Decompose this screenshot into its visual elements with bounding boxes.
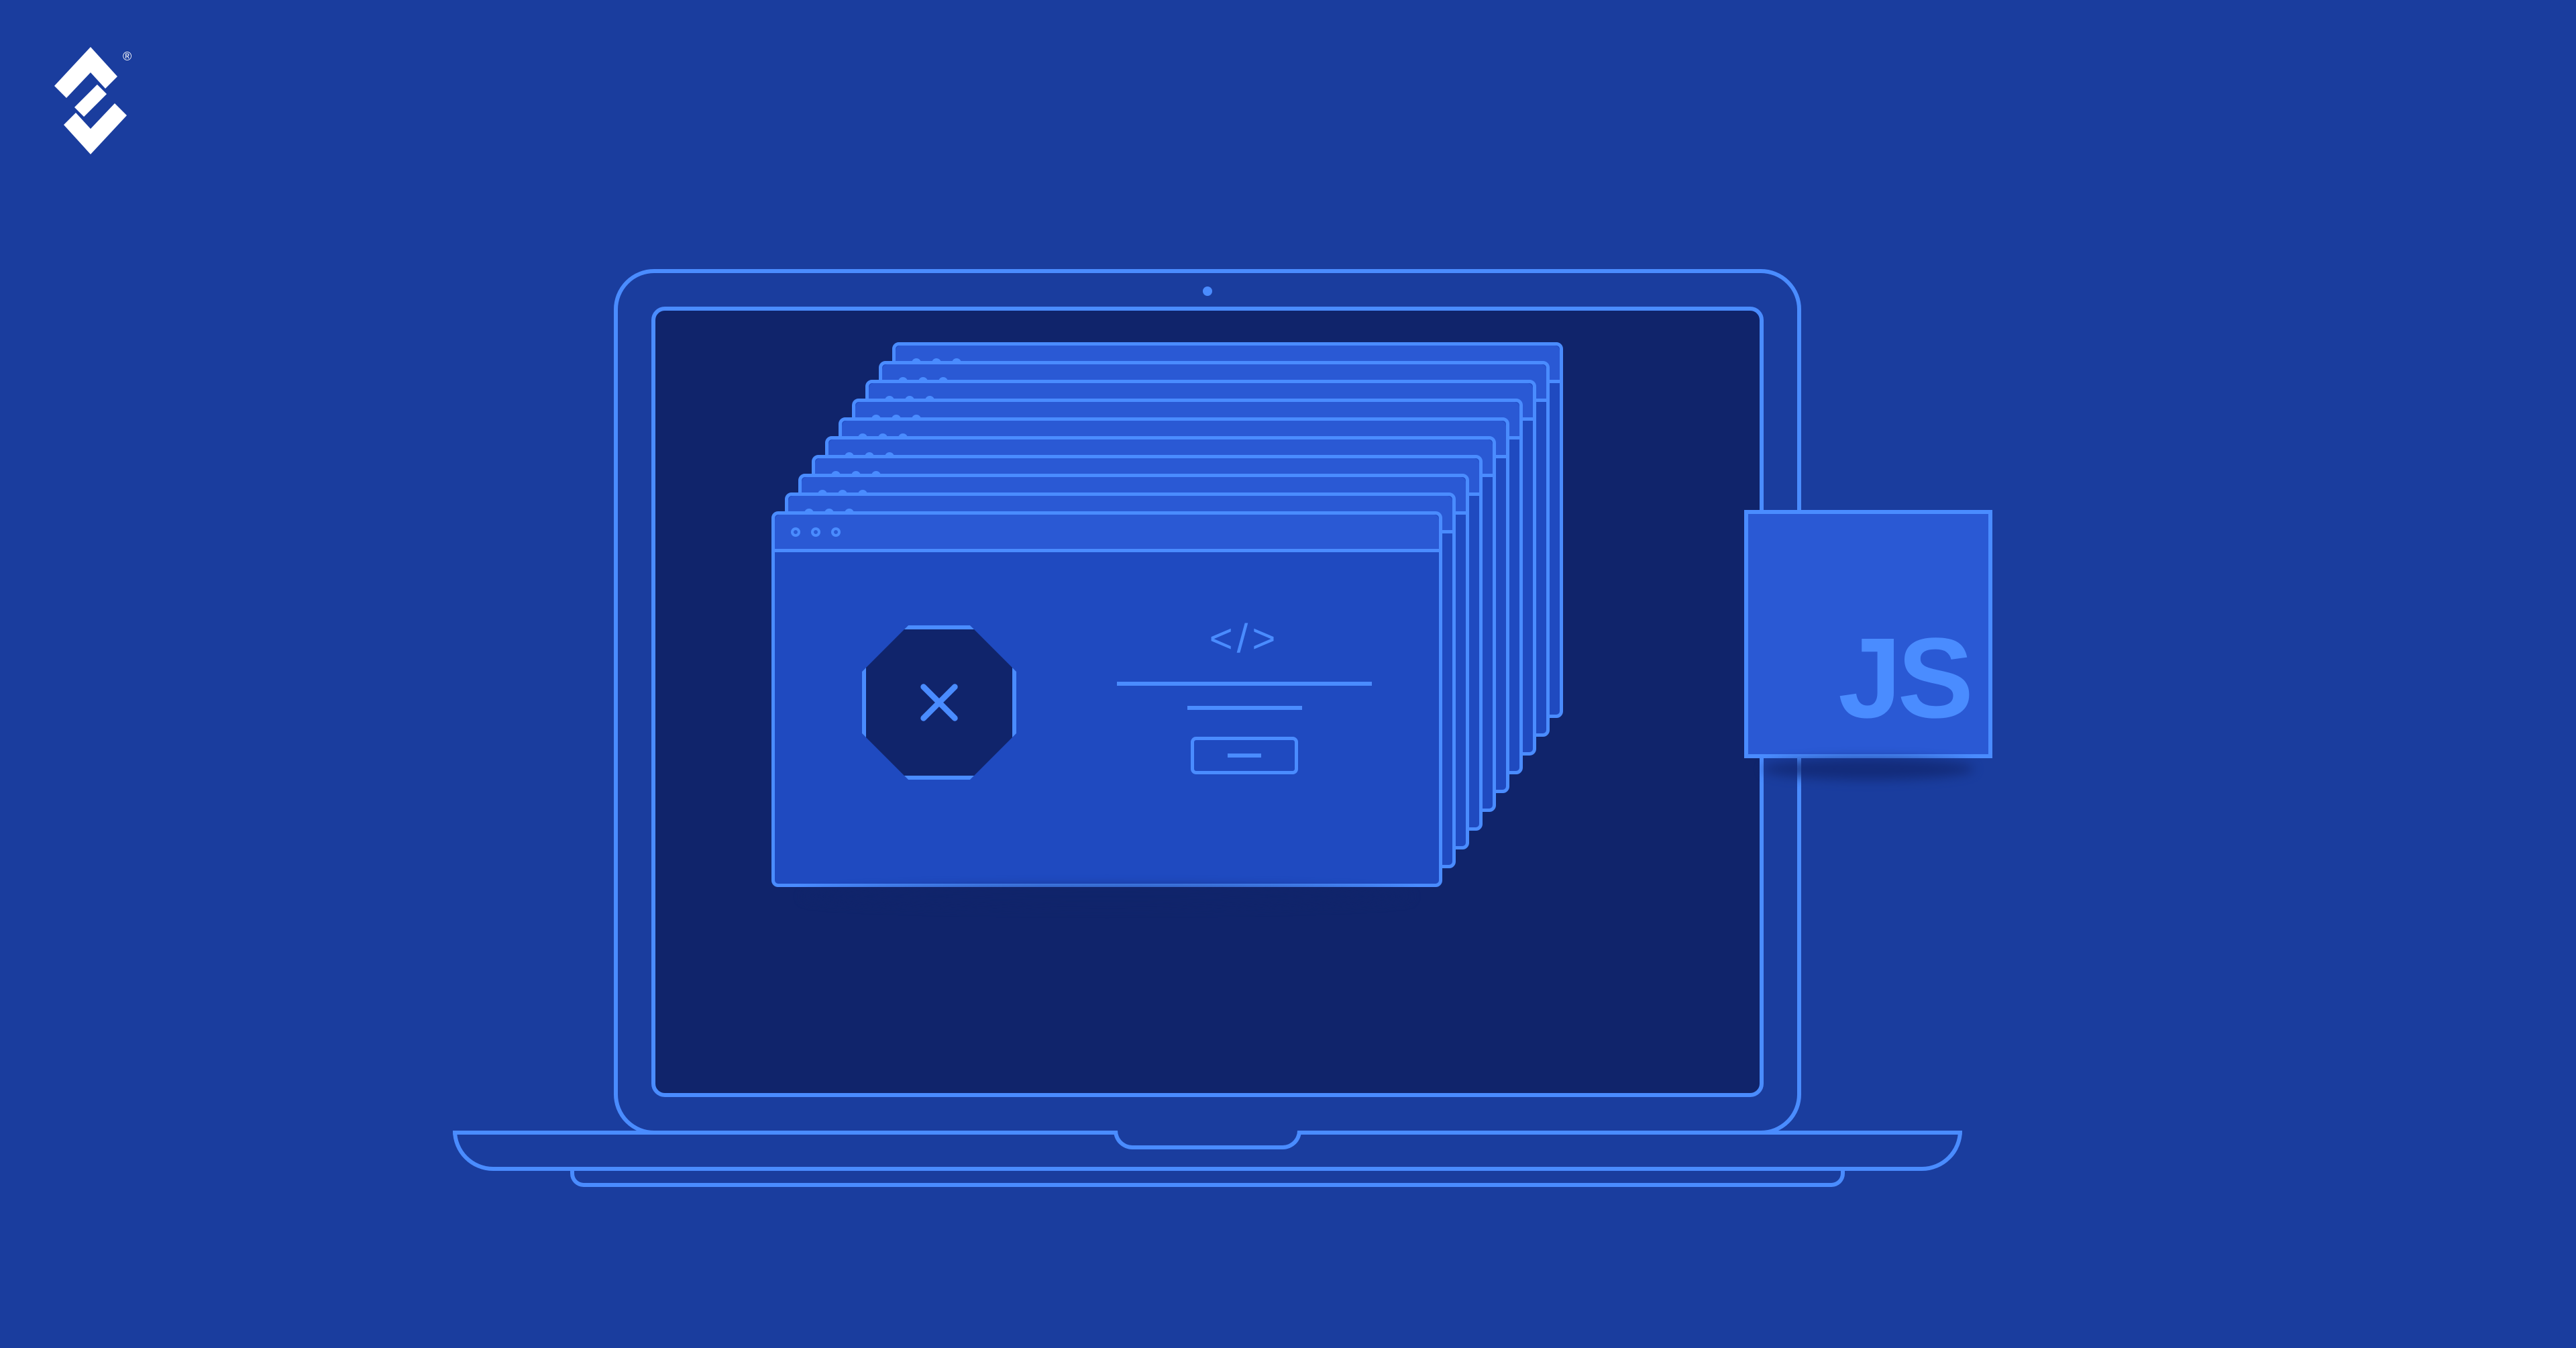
- text-line: [1117, 682, 1372, 686]
- traffic-light-icon: [791, 527, 800, 537]
- svg-text:®: ®: [123, 50, 131, 63]
- js-label: JS: [1838, 621, 1970, 735]
- badge-shadow: [1762, 758, 1974, 780]
- button-label-placeholder: [1228, 754, 1261, 758]
- js-badge: JS: [1744, 510, 1992, 758]
- code-block: </>: [1117, 615, 1372, 774]
- text-line-short: [1187, 706, 1302, 710]
- browser-window: </>: [771, 511, 1442, 887]
- traffic-light-icon: [831, 527, 841, 537]
- camera-icon: [1203, 287, 1212, 296]
- laptop-foot: [570, 1171, 1845, 1187]
- illustration-canvas: ® </> JS: [0, 0, 2576, 1348]
- placeholder-button: [1191, 737, 1298, 774]
- error-stop-icon: [862, 625, 1016, 780]
- traffic-light-icon: [811, 527, 820, 537]
- laptop-base: [453, 1131, 1962, 1171]
- window-stack: </>: [771, 342, 1442, 946]
- window-titlebar: [775, 515, 1439, 552]
- window-shadow: [802, 886, 1413, 906]
- laptop-notch: [1114, 1131, 1301, 1149]
- code-tag-icon: </>: [1117, 615, 1372, 662]
- toptal-logo: ®: [47, 47, 134, 154]
